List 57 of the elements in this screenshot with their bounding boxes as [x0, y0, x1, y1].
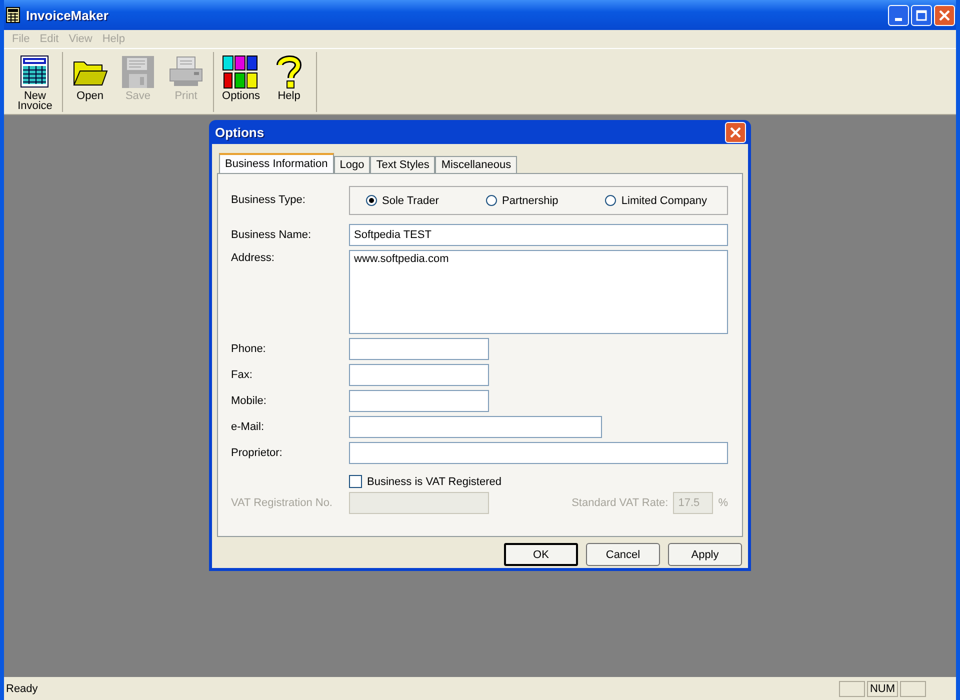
checkbox-option[interactable]: Business is VAT Registered: [349, 475, 728, 488]
tab[interactable]: Miscellaneous: [435, 156, 518, 173]
status-panel: [900, 680, 926, 696]
field-label: VAT Registration No.: [231, 497, 334, 509]
radio-option[interactable]: Partnership: [486, 194, 558, 206]
toolbar-button[interactable]: Options: [217, 52, 265, 112]
field-label: Business Type:: [231, 193, 306, 206]
dialog-button[interactable]: Cancel: [586, 543, 660, 566]
question-mark-icon: [276, 56, 302, 88]
dialog-title: Options: [215, 124, 264, 140]
field-label: Fax:: [231, 368, 254, 381]
input-field[interactable]: Softpedia TEST: [349, 224, 728, 246]
radio-button[interactable]: [366, 195, 377, 206]
tab[interactable]: Text Styles: [370, 156, 436, 173]
status-text: Ready: [6, 682, 39, 694]
field-label: Business Name:: [231, 228, 312, 241]
maximize-button[interactable]: [911, 4, 932, 26]
input-field[interactable]: [349, 338, 489, 360]
minimize-button[interactable]: [888, 4, 909, 26]
close-icon: [939, 10, 950, 20]
input-field[interactable]: [349, 364, 489, 386]
invoice-sheet-icon: [20, 56, 48, 88]
radio-button[interactable]: [486, 195, 497, 206]
status-panel: NUM: [866, 680, 898, 696]
checkbox[interactable]: [349, 475, 362, 488]
toolbar-button[interactable]: Help: [265, 52, 313, 112]
radio-button[interactable]: [605, 195, 616, 206]
radio-option[interactable]: Sole Trader: [366, 194, 439, 206]
tab[interactable]: Business Information: [219, 153, 334, 173]
close-button[interactable]: [934, 4, 955, 26]
field-label: Phone:: [231, 342, 267, 355]
input-field[interactable]: [349, 442, 728, 464]
input-field[interactable]: [349, 416, 602, 438]
status-panel: [838, 680, 865, 696]
dialog-button[interactable]: OK: [504, 543, 578, 566]
field-label: Proprietor:: [231, 446, 284, 459]
field-label: Address:: [231, 251, 276, 264]
close-icon: [730, 126, 741, 138]
minimize-icon: [895, 18, 902, 20]
field-label: Standard VAT Rate:: [572, 497, 668, 509]
radio-option[interactable]: Limited Company: [605, 194, 707, 206]
field-label: Mobile:: [231, 394, 268, 407]
toolbar-button[interactable]: Open: [66, 52, 114, 112]
folder-icon: [73, 62, 108, 86]
tab[interactable]: Logo: [334, 156, 370, 173]
colored-blocks-icon: [222, 56, 258, 88]
field-label: e-Mail:: [231, 420, 266, 433]
unit-label: %: [718, 497, 728, 509]
toolbar-button[interactable]: New Invoice: [11, 52, 59, 112]
address-field[interactable]: www.softpedia.com: [349, 250, 728, 334]
window-title: InvoiceMaker: [26, 8, 108, 22]
input-field[interactable]: [349, 390, 489, 412]
maximize-icon: [916, 10, 927, 20]
printer-icon: [170, 56, 202, 86]
calculator-icon: [6, 7, 20, 23]
dialog-button[interactable]: Apply: [668, 543, 742, 566]
close-button[interactable]: [725, 122, 746, 142]
